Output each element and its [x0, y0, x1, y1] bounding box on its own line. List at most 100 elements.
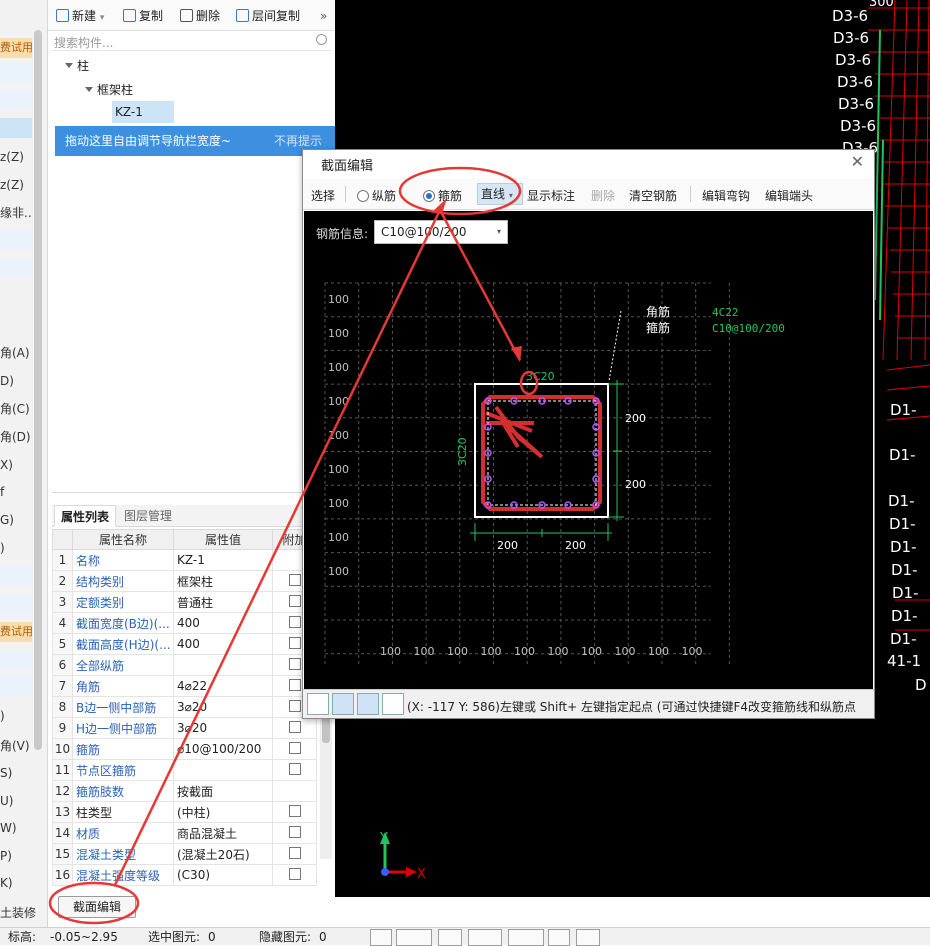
left-strip-item[interactable] [0, 118, 32, 138]
left-strip-item[interactable] [0, 90, 32, 110]
property-value[interactable] [173, 759, 273, 781]
search-input[interactable]: 搜索构件... [54, 34, 113, 51]
property-name[interactable]: 角筋 [72, 675, 174, 697]
property-row[interactable]: 16 混凝土强度等级 (C30) [52, 864, 317, 886]
property-value[interactable]: 4⌀22 [173, 675, 273, 697]
property-name[interactable]: 箍筋肢数 [72, 780, 174, 802]
new-button[interactable]: 新建 ▾ [56, 7, 104, 25]
left-strip-item[interactable]: ) [0, 538, 32, 558]
orthogonal-mode-icon[interactable] [307, 693, 329, 715]
left-strip-item[interactable]: 缘非.. [0, 203, 32, 223]
property-row[interactable]: 9 H边一侧中部筋 3⌀20 [52, 717, 317, 739]
snap-corner-icon[interactable] [370, 929, 392, 946]
perpendicular-icon[interactable] [357, 693, 379, 715]
left-strip-item[interactable]: U) [0, 791, 32, 811]
checkbox[interactable] [288, 846, 301, 859]
left-strip-item[interactable] [0, 230, 32, 250]
checkbox[interactable] [288, 615, 301, 628]
add-point-icon[interactable] [508, 929, 544, 946]
property-value[interactable]: ⌀10@100/200 [173, 738, 273, 760]
print-icon[interactable] [548, 929, 570, 946]
arc-icon[interactable] [576, 929, 600, 946]
property-value[interactable]: 普通柱 [173, 591, 273, 613]
checkbox[interactable] [288, 636, 301, 649]
left-strip-item[interactable]: z(Z) [0, 175, 32, 195]
left-strip-item[interactable]: G) [0, 510, 32, 530]
property-value[interactable]: 商品混凝土 [173, 822, 273, 844]
component-search[interactable]: 搜索构件... [52, 31, 331, 51]
left-strip-item[interactable]: 角(V) [0, 736, 32, 756]
property-row[interactable]: 11 节点区箍筋 [52, 759, 317, 781]
property-value[interactable]: (混凝土20石) [173, 843, 273, 865]
property-row[interactable]: 10 箍筋 ⌀10@100/200 [52, 738, 317, 760]
property-row[interactable]: 13 柱类型 (中柱) [52, 801, 317, 823]
left-strip-item[interactable]: X) [0, 455, 32, 475]
left-strip-item[interactable]: ) [0, 706, 32, 726]
property-name[interactable]: 柱类型 [72, 801, 174, 823]
line-draw-icon[interactable] [332, 693, 354, 715]
property-row[interactable]: 4 截面宽度(B边)(... 400 [52, 612, 317, 634]
property-row[interactable]: 14 材质 商品混凝土 [52, 822, 317, 844]
property-name[interactable]: 箍筋 [72, 738, 174, 760]
left-strip-item[interactable] [0, 566, 32, 586]
property-name[interactable]: 混凝土类型 [72, 843, 174, 865]
property-name[interactable]: 全部纵筋 [72, 654, 174, 676]
checkbox[interactable] [288, 741, 301, 754]
select-box-icon[interactable] [396, 929, 432, 946]
cross-select-icon[interactable] [438, 929, 462, 946]
property-value[interactable]: 3⌀20 [173, 696, 273, 718]
property-value[interactable]: 400 [173, 633, 273, 655]
left-strip-item[interactable]: f [0, 482, 32, 502]
property-value[interactable]: 3⌀20 [173, 717, 273, 739]
property-name[interactable]: H边一侧中部筋 [72, 717, 174, 739]
left-strip-item[interactable] [0, 594, 32, 614]
resize-tip-banner[interactable]: 拖动这里自由调节导航栏宽度~ 不再提示 [55, 126, 340, 156]
checkbox[interactable] [288, 867, 301, 880]
property-value[interactable]: 400 [173, 612, 273, 634]
angle-icon[interactable] [468, 929, 502, 946]
checkbox[interactable] [288, 720, 301, 733]
property-row[interactable]: 15 混凝土类型 (混凝土20石) [52, 843, 317, 865]
property-row[interactable]: 3 定额类别 普通柱 [52, 591, 317, 613]
toolbar-more-button[interactable]: » [320, 7, 327, 25]
left-strip-item[interactable]: 角(C) [0, 399, 32, 419]
delete-rebar-button[interactable]: 删除 [591, 187, 615, 204]
radio-longitudinal[interactable]: 纵筋 [357, 187, 396, 204]
copy-button[interactable]: 复制 [123, 7, 163, 25]
property-value[interactable]: 框架柱 [173, 570, 273, 592]
delete-button[interactable]: 删除 [180, 7, 220, 25]
left-strip-item[interactable] [0, 676, 32, 696]
left-strip-item[interactable] [0, 62, 32, 82]
left-strip-item[interactable]: 费试用 [0, 622, 33, 642]
left-strip-item[interactable] [0, 258, 32, 278]
property-name[interactable]: B边一侧中部筋 [72, 696, 174, 718]
tab-property-list[interactable]: 属性列表 [54, 505, 117, 527]
property-row[interactable]: 5 截面高度(H边)(... 400 [52, 633, 317, 655]
add-point-icon[interactable] [382, 693, 404, 715]
left-strip-item[interactable]: K) [0, 873, 32, 893]
checkbox[interactable] [288, 594, 301, 607]
checkbox[interactable] [288, 657, 301, 670]
property-name[interactable]: 截面宽度(B边)(... [72, 612, 174, 634]
left-strip-item[interactable]: 费试用 [0, 38, 33, 58]
checkbox[interactable] [288, 804, 301, 817]
property-row[interactable]: 12 箍筋肢数 按截面 [52, 780, 317, 802]
property-value[interactable]: 按截面 [173, 780, 273, 802]
edit-hook-button[interactable]: 编辑弯钩 [702, 187, 750, 204]
property-name[interactable]: 截面高度(H边)(... [72, 633, 174, 655]
select-tool-button[interactable]: 选择 [311, 187, 335, 204]
section-drawing-area[interactable]: 钢筋信息: C10@100/200 ▾ 100 100 100 100 100 100 100… [304, 211, 873, 689]
property-value[interactable] [173, 654, 273, 676]
property-row[interactable]: 6 全部纵筋 [52, 654, 317, 676]
floor-copy-button[interactable]: 层间复制 [236, 7, 300, 25]
tree-node-column[interactable]: 柱 [65, 57, 89, 74]
line-mode-dropdown[interactable]: 直线 ▾ [477, 183, 523, 205]
property-name[interactable]: 混凝土强度等级 [72, 864, 174, 886]
checkbox[interactable] [288, 678, 301, 691]
left-strip-item[interactable]: W) [0, 818, 32, 838]
left-strip-scrollbar[interactable] [34, 30, 42, 750]
checkbox[interactable] [288, 699, 301, 712]
edit-end-button[interactable]: 编辑端头 [765, 187, 813, 204]
left-strip-item[interactable]: z(Z) [0, 147, 32, 167]
left-strip-item[interactable]: 角(A) [0, 343, 32, 363]
